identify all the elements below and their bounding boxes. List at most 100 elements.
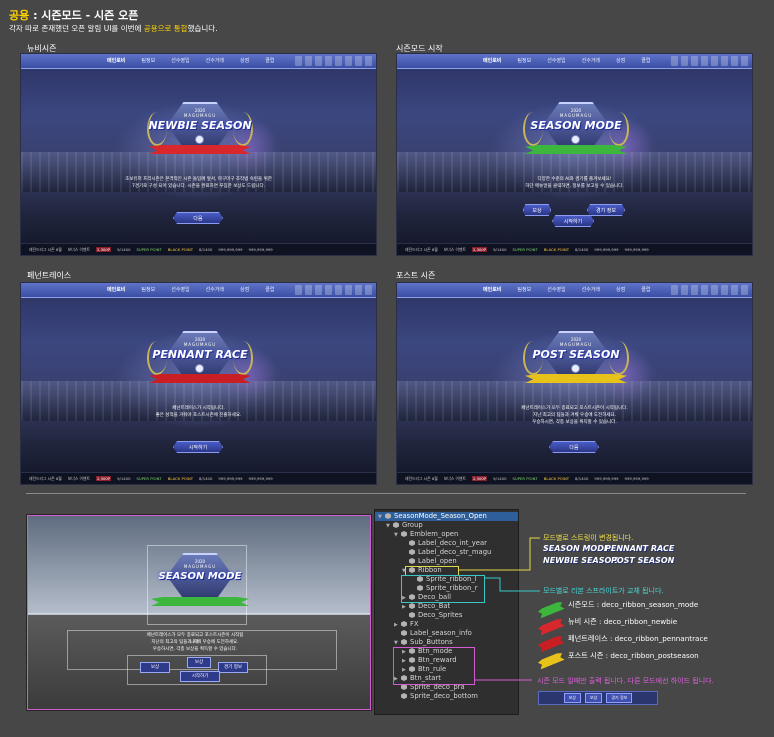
menu-icon[interactable] bbox=[355, 285, 362, 295]
game-nav-icons bbox=[295, 285, 372, 295]
mode-emblem: 2020 MAGUMAGU PENNANT RACE bbox=[147, 331, 253, 389]
game-nav-tab[interactable]: 선수영입 bbox=[171, 286, 189, 293]
hierarchy-item[interactable]: ▼ Sub_Buttons bbox=[375, 638, 518, 647]
mode-action-button[interactable]: 시작하기 bbox=[173, 441, 223, 453]
status-bar-item: 2,300P bbox=[471, 247, 488, 252]
menu-icon[interactable] bbox=[295, 56, 302, 66]
hierarchy-item[interactable]: Deco_Sprites bbox=[375, 611, 518, 620]
description-line: 초보유저 프리시즌은 본격적인 시즌 돌입에 앞서, 마구마구 조작법 숙련을 … bbox=[125, 177, 272, 182]
menu-icon[interactable] bbox=[711, 285, 718, 295]
game-nav-tab[interactable]: 메인로비 bbox=[107, 286, 125, 293]
game-nav-tab[interactable]: 클럽 bbox=[641, 57, 650, 64]
menu-icon[interactable] bbox=[741, 56, 748, 66]
gameobject-icon bbox=[409, 603, 415, 609]
game-nav-tab[interactable]: 선수영입 bbox=[547, 286, 565, 293]
game-nav-tab[interactable]: 선수거래 bbox=[206, 286, 224, 293]
hierarchy-item[interactable]: ▼ SeasonMode_Season_Open bbox=[375, 512, 518, 521]
ribbon-row-season-mode: 시즌모드 : deco_ribbon_season_mode bbox=[568, 600, 699, 609]
mode-action-button[interactable]: 보상 bbox=[523, 204, 551, 216]
hierarchy-item[interactable]: Label_deco_int_year bbox=[375, 539, 518, 548]
game-nav-tab[interactable]: 팀정보 bbox=[141, 286, 155, 293]
baseball-icon bbox=[195, 135, 204, 144]
hierarchy-item-label: Label_open bbox=[418, 557, 457, 565]
menu-icon[interactable] bbox=[335, 285, 342, 295]
game-nav-tab[interactable]: 메인로비 bbox=[107, 57, 125, 64]
game-nav-tab[interactable]: 메인로비 bbox=[483, 57, 501, 64]
menu-icon[interactable] bbox=[671, 56, 678, 66]
menu-icon[interactable] bbox=[681, 56, 688, 66]
menu-icon[interactable] bbox=[295, 285, 302, 295]
mode-action-button[interactable]: 다음 bbox=[549, 441, 599, 453]
menu-icon[interactable] bbox=[335, 56, 342, 66]
game-nav-tab[interactable]: 클럽 bbox=[641, 286, 650, 293]
scene-selection-frame bbox=[27, 515, 371, 710]
hierarchy-item[interactable]: ▶ FX bbox=[375, 620, 518, 629]
highlight-ribbon bbox=[401, 575, 485, 603]
game-nav-tab[interactable]: 상점 bbox=[616, 286, 625, 293]
menu-icon[interactable] bbox=[691, 56, 698, 66]
subtitle-highlight: 공용으로 통합 bbox=[143, 24, 188, 33]
hierarchy-panel[interactable]: ▼ SeasonMode_Season_Open ▼ Group ▼ Emblem_ope… bbox=[374, 509, 519, 715]
game-status-bar: 레전드리그 시즌 8월 보너스 이벤트 2,300P 9/1400 SUPER POIN… bbox=[21, 472, 376, 484]
menu-icon[interactable] bbox=[325, 56, 332, 66]
ribbon-row-pennant: 페넌트레이스 : deco_ribbon_pennantrace bbox=[568, 634, 708, 643]
game-nav-tab[interactable]: 선수거래 bbox=[206, 57, 224, 64]
menu-icon[interactable] bbox=[355, 56, 362, 66]
menu-icon[interactable] bbox=[315, 285, 322, 295]
menu-icon[interactable] bbox=[365, 56, 372, 66]
menu-icon[interactable] bbox=[671, 285, 678, 295]
menu-icon[interactable] bbox=[345, 285, 352, 295]
gameobject-icon bbox=[409, 558, 415, 564]
game-nav-tab[interactable]: 팀정보 bbox=[517, 286, 531, 293]
game-nav-tab[interactable]: 상점 bbox=[616, 57, 625, 64]
menu-icon[interactable] bbox=[701, 56, 708, 66]
hierarchy-item[interactable]: Sprite_deco_bottom bbox=[375, 692, 518, 701]
game-nav-tab[interactable]: 팀정보 bbox=[517, 57, 531, 64]
menu-icon[interactable] bbox=[711, 56, 718, 66]
menu-icon[interactable] bbox=[731, 285, 738, 295]
word-post-season: POST SEASON bbox=[611, 556, 675, 565]
status-bar-item: SUPER POINT bbox=[136, 476, 162, 481]
hierarchy-item[interactable]: ▶ Deco_Bat bbox=[375, 602, 518, 611]
hierarchy-item[interactable]: Label_deco_str_magu bbox=[375, 548, 518, 557]
status-bar-item: 레전드리그 시즌 8월 bbox=[405, 475, 438, 481]
menu-icon[interactable] bbox=[701, 285, 708, 295]
emblem-brand: MAGUMAGU bbox=[559, 342, 593, 347]
mode-action-button[interactable]: 경기 정보 bbox=[587, 204, 625, 216]
menu-icon[interactable] bbox=[345, 56, 352, 66]
game-nav-tab[interactable]: 선수영입 bbox=[171, 57, 189, 64]
editor-scene-view[interactable]: 2020 MAGUMAGU SEASON MODE 페넌트레이스가 모두 종료되… bbox=[26, 514, 372, 711]
game-nav-tab[interactable]: 선수영입 bbox=[547, 57, 565, 64]
mode-action-button[interactable]: 다음 bbox=[173, 212, 223, 224]
game-nav-tab[interactable]: 상점 bbox=[240, 57, 249, 64]
menu-icon[interactable] bbox=[365, 285, 372, 295]
menu-icon[interactable] bbox=[731, 56, 738, 66]
menu-icon[interactable] bbox=[741, 285, 748, 295]
hierarchy-item[interactable]: Label_open bbox=[375, 557, 518, 566]
menu-icon[interactable] bbox=[305, 285, 312, 295]
game-nav-tab[interactable]: 클럽 bbox=[265, 57, 274, 64]
game-nav-tab[interactable]: 메인로비 bbox=[483, 286, 501, 293]
menu-icon[interactable] bbox=[691, 285, 698, 295]
hierarchy-item[interactable]: Label_season_info bbox=[375, 629, 518, 638]
hierarchy-item[interactable]: ▼ Group bbox=[375, 521, 518, 530]
game-nav-tab[interactable]: 상점 bbox=[240, 286, 249, 293]
mode-action-button[interactable]: 시작하기 bbox=[552, 215, 594, 227]
game-nav-tab[interactable]: 선수거래 bbox=[582, 286, 600, 293]
game-nav-tab[interactable]: 클럽 bbox=[265, 286, 274, 293]
menu-icon[interactable] bbox=[721, 56, 728, 66]
menu-icon[interactable] bbox=[681, 285, 688, 295]
page-subtitle: 각자 따로 존재했던 오픈 알림 UI를 이번에 공용으로 통합했습니다. bbox=[9, 23, 218, 34]
menu-icon[interactable] bbox=[721, 285, 728, 295]
hierarchy-item[interactable]: ▼ Emblem_open bbox=[375, 530, 518, 539]
menu-icon[interactable] bbox=[325, 285, 332, 295]
ribbon-icon-newbie bbox=[537, 617, 564, 635]
panel-label-pennant: 페넌트레이스 bbox=[27, 271, 72, 280]
menu-icon[interactable] bbox=[315, 56, 322, 66]
description-line: 좋은 성적을 거둬야 포스트시즌에 진출하세요. bbox=[155, 413, 242, 418]
game-nav-tab[interactable]: 선수거래 bbox=[582, 57, 600, 64]
menu-icon[interactable] bbox=[305, 56, 312, 66]
ribbon-icon-season-mode bbox=[537, 600, 564, 618]
status-bar-item: BLACK POINT bbox=[167, 476, 194, 481]
game-nav-tab[interactable]: 팀정보 bbox=[141, 57, 155, 64]
